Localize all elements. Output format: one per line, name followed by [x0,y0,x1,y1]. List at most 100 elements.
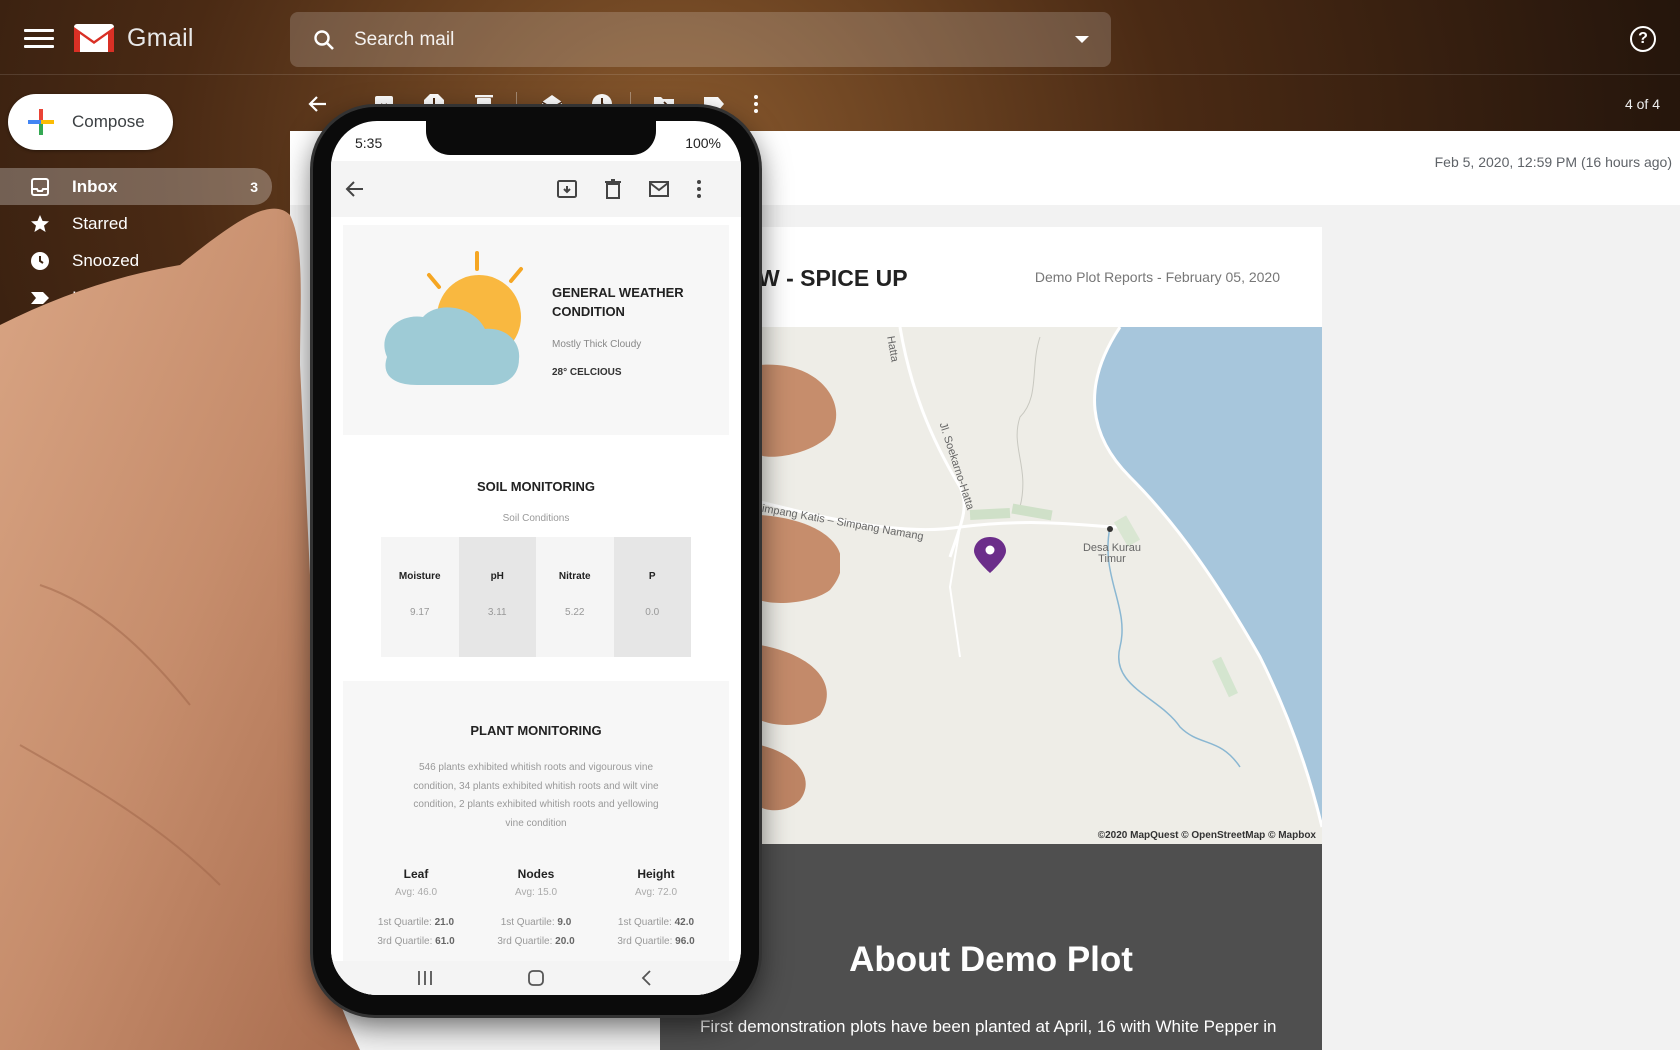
sidebar-item-updates[interactable]: Updates [0,464,272,501]
soil-column-value: 3.11 [487,607,507,618]
sidebar-item-label-bitl[interactable]: Bitl [0,612,272,649]
metric-name: Height [637,867,675,881]
q3-value: 96.0 [675,935,695,947]
sidebar-item-label: Foru [86,509,121,529]
star-icon [31,214,49,232]
q1-value: 21.0 [434,917,455,928]
label-icon [31,439,49,452]
email-subtitle: Demo Plot Reports - February 05, 2020 [1034,269,1280,285]
soil-column: P 0.0 [613,537,691,657]
map-graphic [739,327,1322,828]
soil-title: SOIL MONITORING [477,479,595,494]
sidebar-item-label: Updates [86,472,154,492]
label-color-icon [44,735,64,755]
about-title: About Demo Plot [849,940,1133,979]
sidebar-item-all-mail[interactable]: All Mail [0,390,272,427]
search-bar[interactable]: Search mail [290,12,1111,67]
more-options-icon[interactable] [744,92,768,116]
back-arrow-icon[interactable] [306,92,330,116]
sidebar-item-label: All Mail [72,398,127,418]
metric-quartiles: 1st Quartile: 42.0 3rd Quartile: 96.0 [601,914,711,951]
plant-metric-leaf: Leaf Avg: 46.0 1st Quartile: 21.0 3rd Qu… [361,867,471,951]
important-icon [31,291,49,304]
soil-column: Nitrate 5.22 [536,537,614,657]
sidebar-item-label-sub[interactable] [0,723,272,760]
metric-quartiles: 1st Quartile: 9.0 3rd Quartile: 20.0 [481,914,591,951]
delete-icon[interactable] [601,177,625,201]
mail-icon[interactable] [647,177,671,201]
phone-email-body: GENERAL WEATHER CONDITION Mostly Thick C… [331,217,741,995]
soil-column: pH 3.11 [458,537,536,657]
sidebar-item-label-c[interactable]: C [0,686,272,723]
sidebar-item-snoozed[interactable]: Snoozed [0,242,272,279]
send-icon [31,326,49,343]
draft-icon [34,362,47,381]
sidebar-item-label-ci[interactable]: Ci [0,649,272,686]
mail-icon [30,401,50,416]
compose-plus-icon [26,107,56,137]
label-color-icon [30,624,50,644]
location-map[interactable]: Hatta Jl. Soekarno-Hatta Jl. Simpang Kat… [660,327,1322,844]
email-content-card: G4AW - SPICE UP Demo Plot Reports - Febr… [660,227,1322,1050]
gmail-logo[interactable]: Gmail [73,22,194,54]
sidebar-item-label-aws[interactable]: AWS [0,575,272,612]
back-arrow-icon[interactable] [343,177,367,201]
search-options-icon[interactable] [1075,36,1089,43]
sidebar-item-drafts[interactable]: Drafts [0,353,272,390]
compose-button[interactable]: Compose [8,94,173,150]
sidebar-item-label: Categories [72,435,155,455]
about-section: About Demo Plot First demonstration plot… [660,844,1322,1050]
soil-table: Moisture 9.17 pH 3.11 Nitrate 5.22 P 0.0 [381,537,691,657]
sidebar-item-label: Inbox [72,176,118,196]
phone-notch [426,121,656,155]
q1-label: 1st Quartile: [617,917,672,928]
home-icon[interactable] [526,969,546,987]
metric-average: Avg: 46.0 [394,887,438,898]
sidebar-item-forums[interactable]: Foru [0,501,272,538]
sidebar-item-sent[interactable]: Sent [0,316,272,353]
sidebar-item-label: C [72,694,85,714]
status-battery: 100% [685,135,721,151]
q3-label: 3rd Quartile: [377,935,433,947]
metric-average: Avg: 72.0 [634,887,678,898]
help-icon[interactable]: ? [1630,26,1656,52]
soil-column-value: 5.22 [565,607,585,618]
sidebar-item-promotions[interactable]: Pro [0,538,272,575]
sidebar-item-categories[interactable]: Categories [0,427,272,464]
soil-column-header: Nitrate [558,571,591,582]
inbox-unread-count: 3 [250,178,258,195]
weather-title: GENERAL WEATHER CONDITION [552,285,684,319]
recent-apps-icon[interactable] [415,969,435,987]
metric-quartiles: 1st Quartile: 21.0 3rd Quartile: 61.0 [361,914,471,951]
inbox-icon [31,177,49,196]
sidebar-item-label: Drafts [72,361,122,381]
cloudy-sun-icon [384,251,523,385]
collapse-arrow-icon[interactable] [12,701,22,707]
sidebar-nav: Inbox 3 Starred Snoozed Important Sent D… [0,168,272,760]
metric-average: Avg: 15.0 [514,887,558,898]
soil-column: Moisture 9.17 [381,537,459,657]
sidebar-item-inbox[interactable]: Inbox 3 [0,168,272,205]
q1-value: 9.0 [557,917,572,928]
soil-column-value: 9.17 [410,607,430,618]
collapse-arrow-icon[interactable] [12,442,22,448]
map-attribution[interactable]: ©2020 MapQuest © OpenStreetMap © Mapbox [1098,830,1316,841]
message-counter: 4 of 4 [1624,96,1660,112]
search-input[interactable]: Search mail [354,29,454,51]
compose-label: Compose [72,112,145,131]
q3-label: 3rd Quartile: [497,935,553,947]
system-back-icon[interactable] [637,969,657,987]
archive-icon[interactable] [555,177,579,201]
soil-column-value: 0.0 [645,607,660,618]
phone-screen: 5:35 100% GENERAL WEATHER CONDITION Most… [331,121,741,995]
sidebar-item-label: Ci [72,657,89,677]
search-icon[interactable] [312,28,336,52]
more-options-icon[interactable] [687,177,711,201]
label-color-icon [30,698,50,718]
weather-temperature: 28° CELCIOUS [552,367,622,378]
main-menu-button[interactable] [24,26,54,50]
sidebar-item-starred[interactable]: Starred [0,205,272,242]
sidebar-item-important[interactable]: Important [0,279,272,316]
q1-value: 42.0 [674,917,695,928]
label-color-icon [30,661,50,681]
